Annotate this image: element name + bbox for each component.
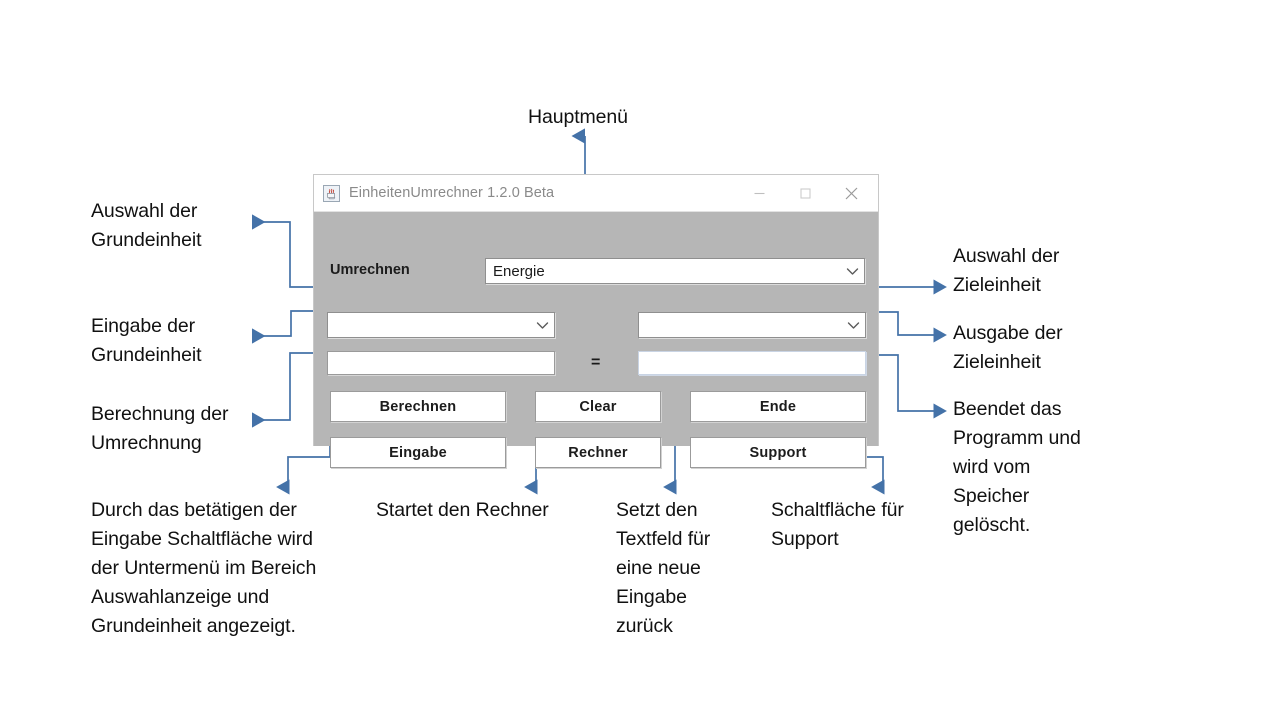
annotation-clear-beschreibung: Setzt den Textfeld für eine neue Eingabe… (616, 499, 711, 637)
annotation-support-beschreibung: Schaltfläche für Support (771, 499, 904, 550)
support-button[interactable]: Support (690, 437, 866, 468)
annotation-ausgabe-zieleinheit: Ausgabe der Zieleinheit (953, 322, 1063, 373)
result-value-output[interactable] (638, 351, 866, 375)
annotation-eingabe-grundeinheit: Eingabe der Grundeinheit (91, 315, 202, 366)
ende-button[interactable]: Ende (690, 391, 866, 422)
chevron-down-icon (841, 321, 865, 330)
main-category-combobox[interactable]: Energie (485, 258, 865, 284)
target-unit-combobox[interactable] (638, 312, 866, 338)
maximize-icon[interactable] (782, 176, 828, 210)
berechnen-button[interactable]: Berechnen (330, 391, 506, 422)
app-window: EinheitenUmrechner 1.2.0 Beta Umrechnen … (313, 174, 879, 468)
source-unit-combobox[interactable] (327, 312, 555, 338)
source-value-input[interactable] (327, 351, 555, 375)
annotation-startet-rechner: Startet den Rechner (376, 499, 549, 521)
annotation-berechnung-umrechnung: Berechnung der Umrechnung (91, 403, 229, 454)
main-category-value: Energie (493, 262, 545, 280)
java-coffee-cup-icon (323, 184, 340, 202)
close-icon[interactable] (828, 176, 874, 210)
title-bar[interactable]: EinheitenUmrechner 1.2.0 Beta (314, 175, 878, 212)
annotation-beendet-programm: Beendet das Programm und wird vom Speich… (953, 398, 1081, 536)
clear-button[interactable]: Clear (535, 391, 661, 422)
annotation-auswahl-zieleinheit: Auswahl der Zieleinheit (953, 245, 1060, 296)
chevron-down-icon (840, 267, 864, 276)
rechner-button[interactable]: Rechner (535, 437, 661, 468)
chevron-down-icon (530, 321, 554, 330)
window-client-area: Umrechnen Energie = Berechnen Clear Ende… (314, 212, 878, 468)
minimize-icon[interactable] (736, 176, 782, 210)
annotation-eingabe-beschreibung: Durch das betätigen der Eingabe Schaltfl… (91, 499, 317, 637)
eingabe-button[interactable]: Eingabe (330, 437, 506, 468)
annotation-hauptmenu: Hauptmenü (528, 106, 628, 128)
window-title: EinheitenUmrechner 1.2.0 Beta (349, 185, 555, 201)
label-umrechnen: Umrechnen (330, 262, 410, 278)
equals-sign: = (591, 354, 601, 371)
annotation-auswahl-grundeinheit: Auswahl der Grundeinheit (91, 200, 202, 251)
